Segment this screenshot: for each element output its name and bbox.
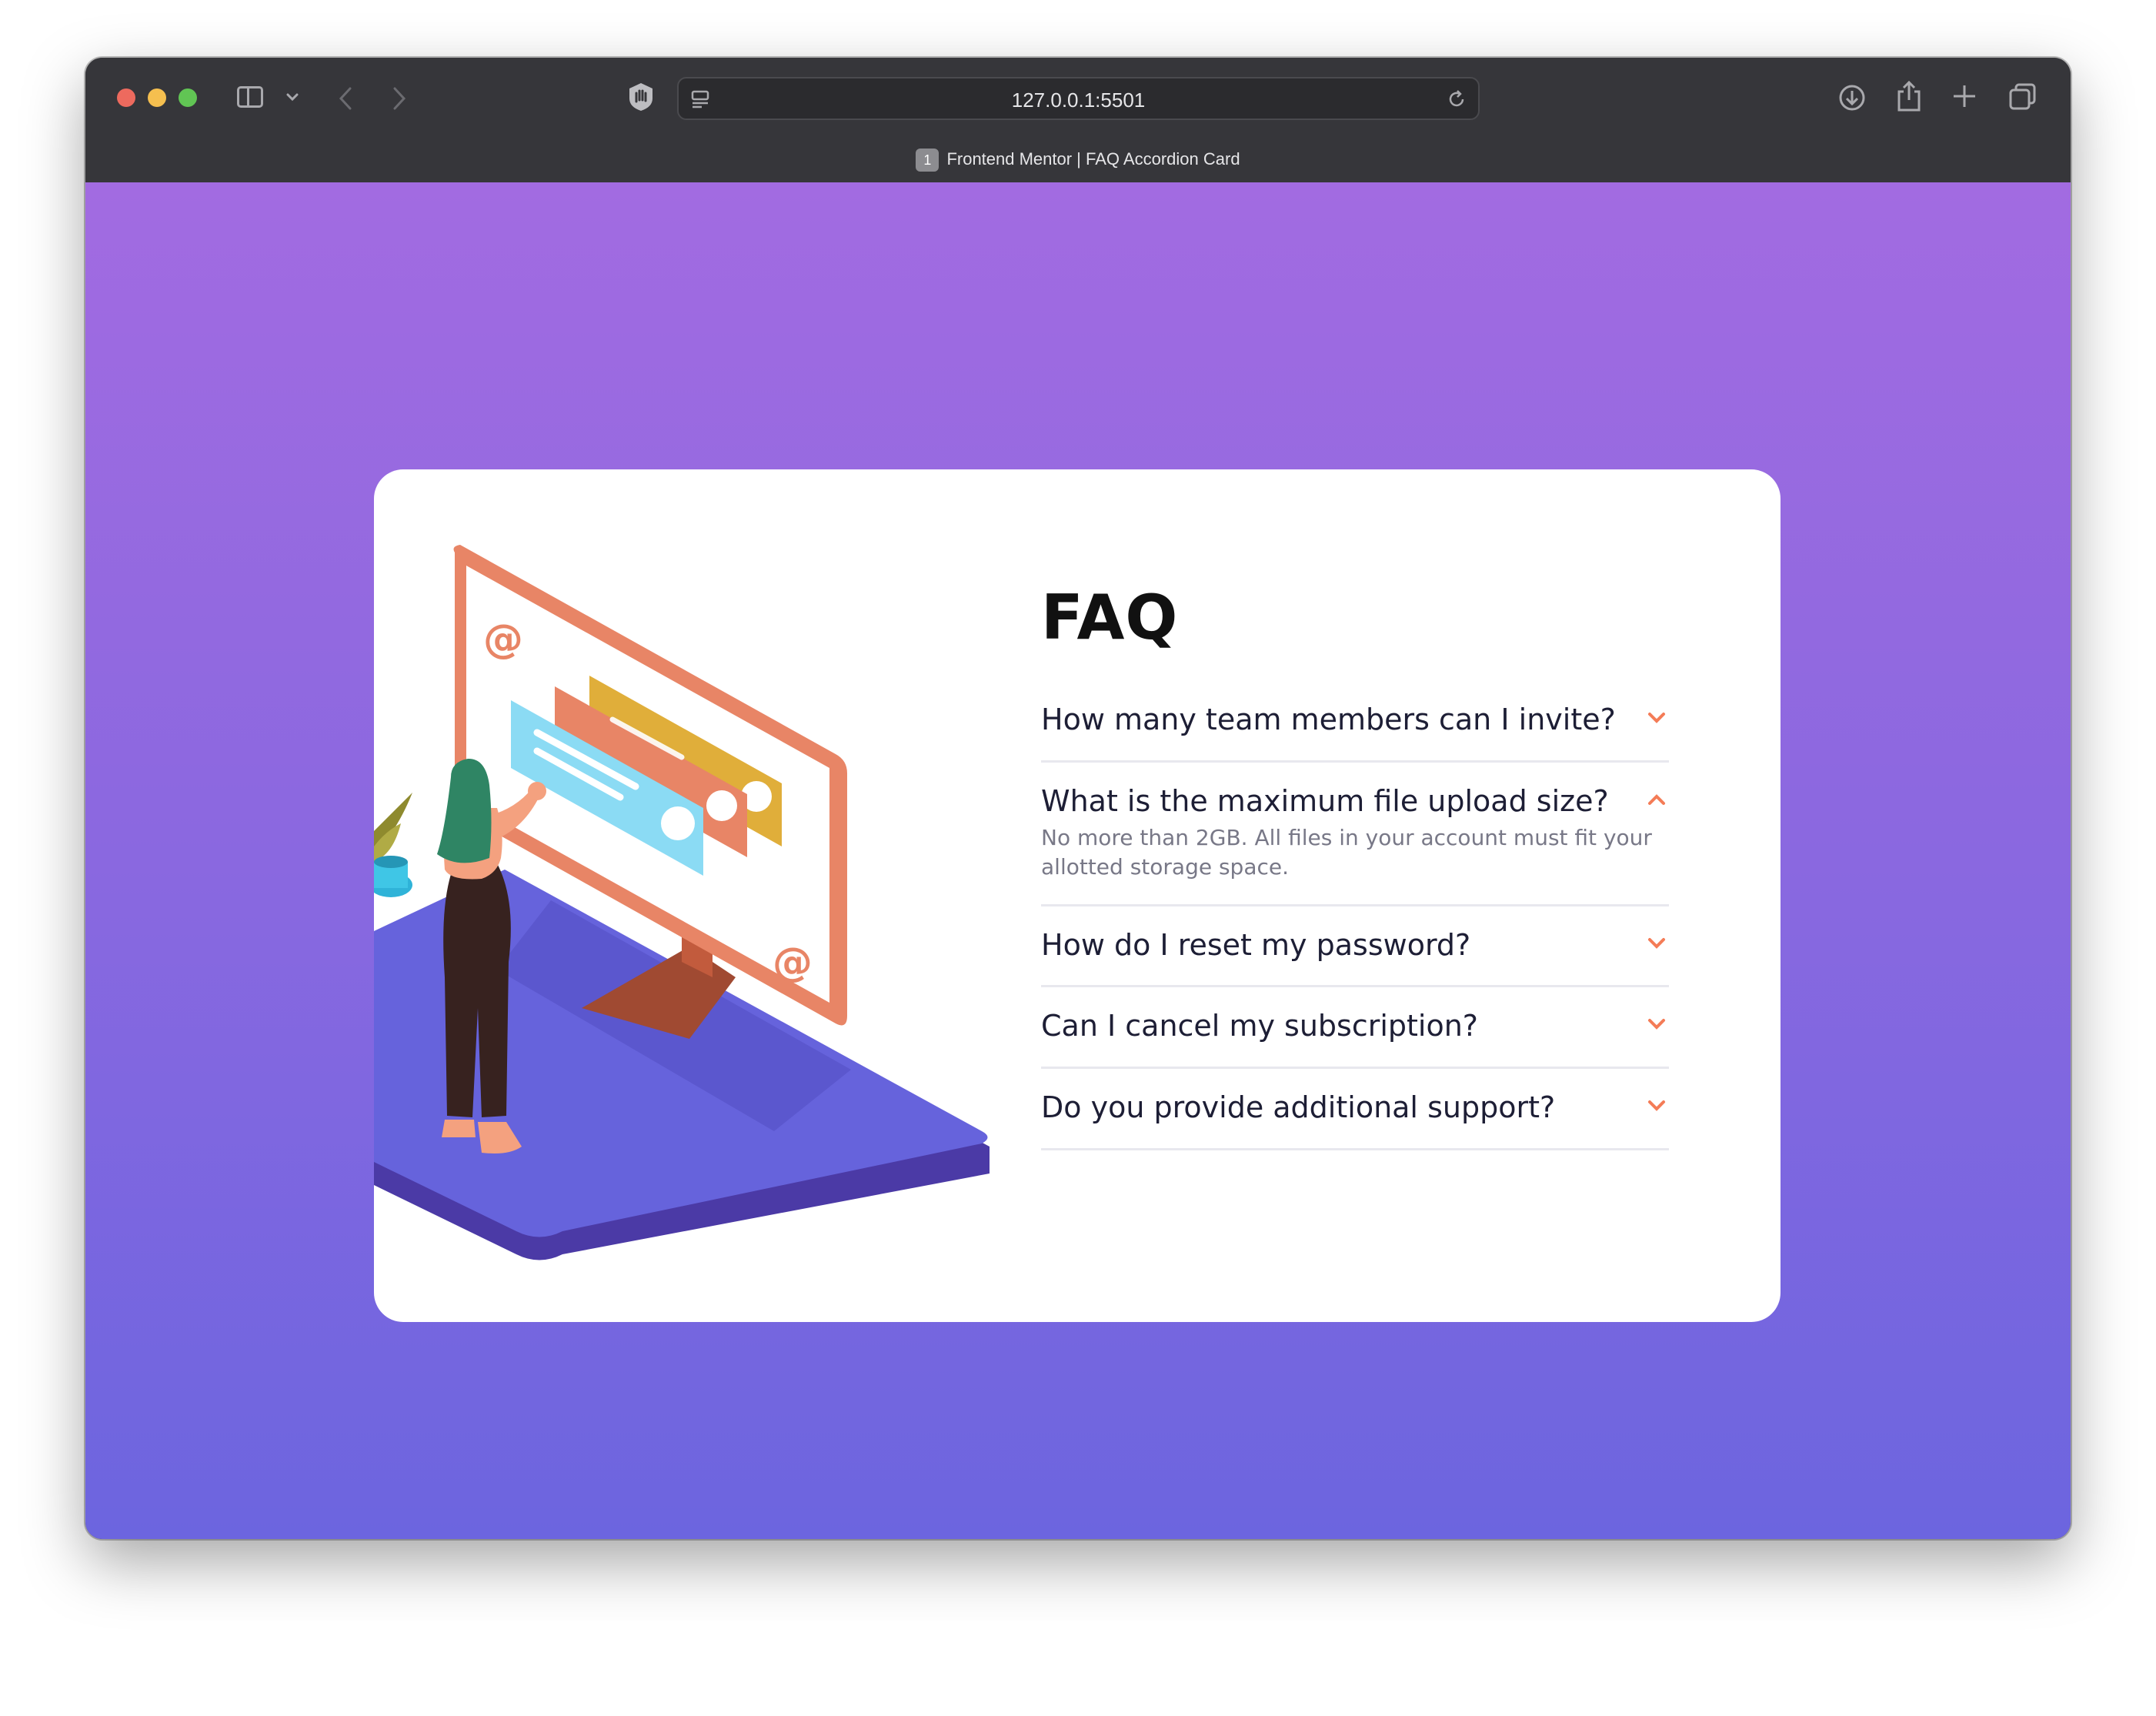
faq-item[interactable]: How do I reset my password? [1041,906,1669,988]
back-icon[interactable] [336,85,355,112]
faq-section: FAQ How many team members can I invite? … [1041,582,1669,1150]
download-icon[interactable] [1837,82,1867,113]
forward-icon[interactable] [390,85,409,112]
reload-icon[interactable] [1446,88,1467,110]
faq-item[interactable]: How many team members can I invite? [1041,681,1669,763]
browser-window: 127.0.0.1:5501 1 Frontend Mentor | FAQ Ac [85,58,2071,1539]
woman-at-computer-illustration: @ @ [374,545,990,1260]
chevron-down-icon[interactable] [1647,712,1666,724]
page-viewport: @ @ FAQ How many team members can I invi… [85,182,2071,1539]
tab-number-badge: 1 [916,149,939,172]
faq-question[interactable]: Can I cancel my subscription? [1041,1009,1669,1044]
chevron-down-icon[interactable] [1647,937,1666,950]
minimize-window-button[interactable] [148,88,166,107]
browser-toolbar: 127.0.0.1:5501 1 Frontend Mentor | FAQ Ac [85,58,2071,184]
faq-question[interactable]: What is the maximum file upload size? [1041,784,1669,820]
zoom-window-button[interactable] [179,88,197,107]
svg-text:@: @ [773,940,813,986]
faq-item-expanded[interactable]: What is the maximum file upload size? No… [1041,763,1669,906]
faq-item[interactable]: Can I cancel my subscription? [1041,987,1669,1069]
sidebar-toggle-icon[interactable] [237,86,263,108]
close-window-button[interactable] [117,88,135,107]
faq-question[interactable]: How many team members can I invite? [1041,703,1669,738]
new-tab-icon[interactable] [1951,82,1978,110]
url-text: 127.0.0.1:5501 [1011,88,1146,112]
chevron-down-icon[interactable] [285,92,299,102]
share-icon[interactable] [1894,79,1924,113]
tab-overview-icon[interactable] [2007,82,2038,112]
chevron-up-icon[interactable] [1647,793,1666,806]
faq-card: @ @ FAQ How many team members can I invi… [374,469,1781,1322]
chevron-down-icon[interactable] [1647,1018,1666,1030]
tab-title[interactable]: 1 Frontend Mentor | FAQ Accordion Card [85,149,2071,172]
faq-question[interactable]: Do you provide additional support? [1041,1090,1669,1126]
faq-item[interactable]: Do you provide additional support? [1041,1069,1669,1150]
faq-title: FAQ [1041,582,1179,653]
faq-question[interactable]: How do I reset my password? [1041,928,1669,963]
address-bar[interactable]: 127.0.0.1:5501 [677,77,1480,120]
faq-answer: No more than 2GB. All files in your acco… [1041,825,1652,880]
svg-text:@: @ [483,616,523,663]
chevron-down-icon[interactable] [1647,1100,1666,1112]
privacy-shield-icon[interactable] [626,82,656,112]
tab-title-text: Frontend Mentor | FAQ Accordion Card [946,149,1240,169]
